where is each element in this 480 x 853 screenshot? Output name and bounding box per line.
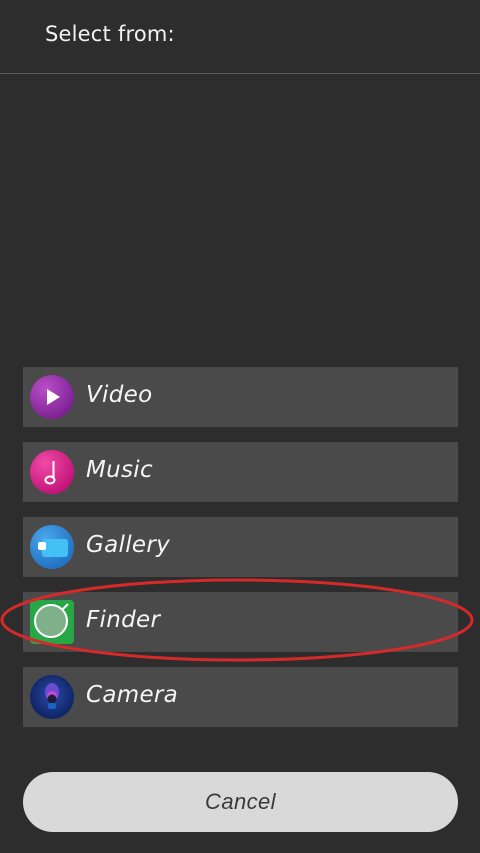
- video-app-icon: [30, 375, 74, 419]
- option-music-label: Music: [86, 457, 153, 483]
- option-video-label: Video: [86, 382, 153, 408]
- camera-app-icon: [30, 675, 74, 719]
- cancel-button[interactable]: Cancel: [23, 772, 458, 832]
- option-video[interactable]: Video: [23, 367, 458, 427]
- music-app-icon: [30, 450, 74, 494]
- gallery-app-icon: [30, 525, 74, 569]
- finder-app-icon: [30, 600, 74, 644]
- option-finder[interactable]: Finder: [23, 592, 458, 652]
- option-camera[interactable]: Camera: [23, 667, 458, 727]
- option-finder-label: Finder: [86, 607, 161, 633]
- cancel-button-label: Cancel: [205, 789, 276, 814]
- source-option-list: Video Music Gallery Finder Camera: [23, 367, 458, 742]
- dialog-title: Select from:: [45, 22, 175, 46]
- option-camera-label: Camera: [86, 682, 179, 708]
- option-gallery[interactable]: Gallery: [23, 517, 458, 577]
- option-gallery-label: Gallery: [86, 532, 171, 558]
- dialog-header: Select from:: [0, 0, 480, 74]
- option-music[interactable]: Music: [23, 442, 458, 502]
